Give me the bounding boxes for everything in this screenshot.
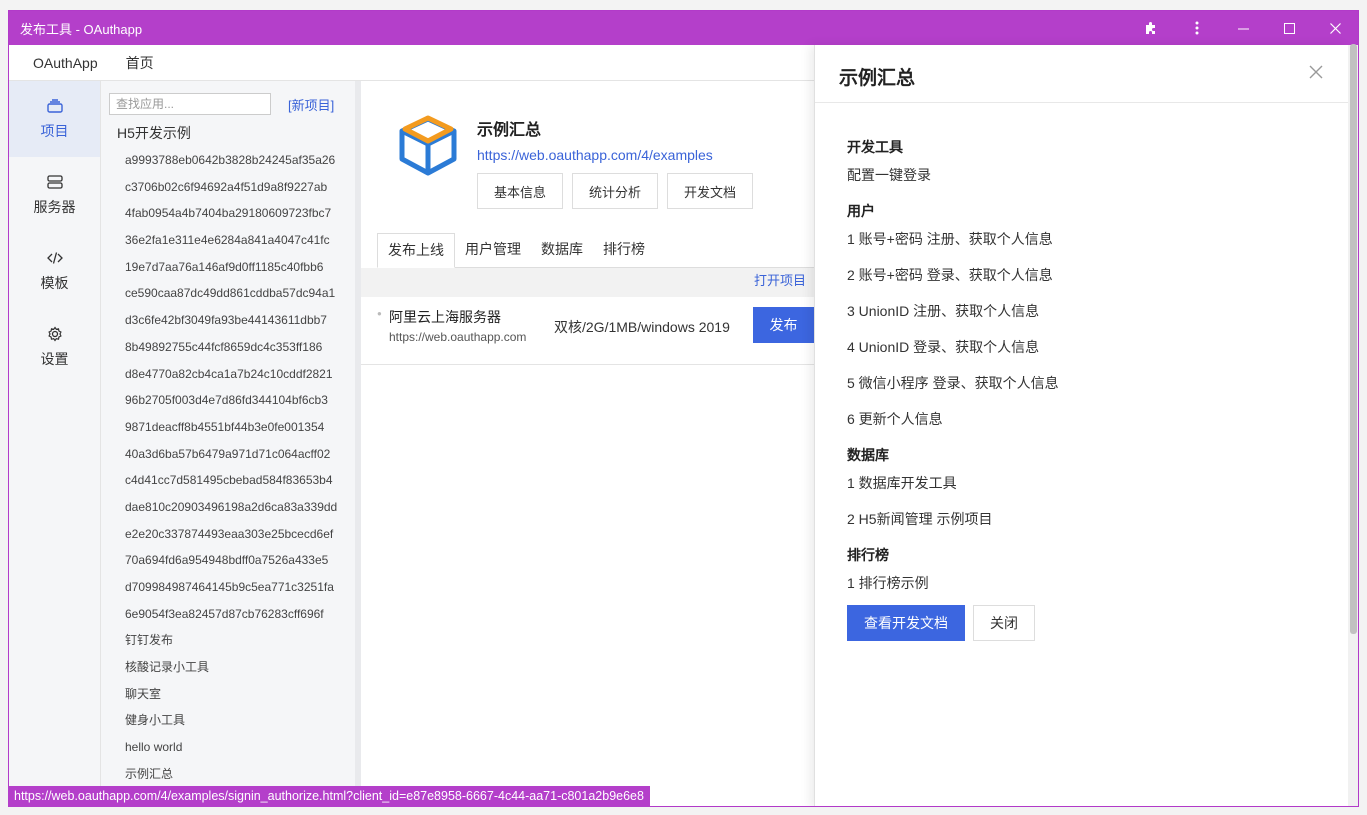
app-list-item[interactable]: d3c6fe42bf3049fa93be44143611dbb7	[101, 307, 355, 334]
app-list-item[interactable]: d8e4770a82cb4ca1a7b24c10cddf2821	[101, 361, 355, 388]
title-bar: 发布工具 - OAuthapp	[9, 11, 1358, 45]
nav-label-servers: 服务器	[33, 199, 76, 215]
bullet-icon: ●	[377, 309, 382, 318]
project-logo-icon	[397, 115, 459, 180]
drawer-example-link[interactable]: 6 更新个人信息	[847, 405, 1348, 441]
app-list-item[interactable]: 钉钉发布	[101, 627, 355, 654]
maximize-icon[interactable]	[1266, 11, 1312, 45]
drawer-header: 示例汇总	[815, 45, 1348, 103]
project-actions: 基本信息 统计分析 开发文档	[477, 173, 762, 209]
app-list-item[interactable]: 40a3d6ba57b6479a971d71c064acff02	[101, 441, 355, 468]
minimize-icon[interactable]	[1220, 11, 1266, 45]
app-list-item[interactable]: 6e9054f3ea82457d87cb76283cff696f	[101, 601, 355, 628]
drawer-example-link[interactable]: 1 排行榜示例	[847, 569, 1348, 605]
nav-label-templates: 模板	[40, 275, 69, 291]
app-list-item[interactable]: 19e7d7aa76a146af9d0ff1185c40fbb6	[101, 254, 355, 281]
app-list-item[interactable]: 9871deacff8b4551bf44b3e0fe001354	[101, 414, 355, 441]
app-list: a9993788eb0642b3828b24245af35a26 c3706b02…	[101, 147, 355, 788]
new-project-link[interactable]: [新项目]	[288, 95, 334, 114]
tab-leaderboard[interactable]: 排行榜	[593, 233, 655, 268]
publish-button[interactable]: 发布	[753, 307, 814, 343]
app-list-item[interactable]: 4fab0954a4b7404ba29180609723fbc7	[101, 200, 355, 227]
open-project-bar: 打开项目	[361, 268, 814, 297]
close-icon[interactable]	[1312, 11, 1358, 45]
stats-button[interactable]: 统计分析	[572, 173, 659, 209]
nav-item-templates[interactable]: 模板	[9, 233, 100, 309]
drawer-example-link[interactable]: 4 UnionID 登录、获取个人信息	[847, 333, 1348, 369]
drawer-example-link[interactable]: 1 账号+密码 注册、获取个人信息	[847, 225, 1348, 261]
drawer-example-link[interactable]: 5 微信小程序 登录、获取个人信息	[847, 369, 1348, 405]
project-tabs: 发布上线 用户管理 数据库 排行榜	[377, 233, 814, 268]
examples-drawer: 示例汇总 开发工具配置一键登录用户 1 账号+密码 注册、获取个人信息 2 账号+密…	[814, 45, 1348, 806]
drawer-section-title: 用户	[847, 203, 875, 219]
app-list-panel: [新项目] H5开发示例 a9993788eb0642b3828b24245af…	[101, 81, 361, 806]
server-row: ● 阿里云上海服务器 https://web.oauthapp.com 双核/2…	[361, 297, 814, 365]
layers-icon	[46, 97, 63, 115]
menu-oauthapp[interactable]: OAuthApp	[33, 55, 98, 71]
nav-item-servers[interactable]: 服务器	[9, 157, 100, 233]
app-list-item[interactable]: 健身小工具	[101, 707, 355, 734]
puzzle-icon[interactable]	[1128, 11, 1174, 45]
app-list-item[interactable]: 36e2fa1e311e4e6284a841a4047c41fc	[101, 227, 355, 254]
app-list-item[interactable]: 8b49892755c44fcf8659dc4c353ff186	[101, 334, 355, 361]
app-list-item[interactable]: d709984987464145b9c5ea771c3251fa	[101, 574, 355, 601]
drawer-example-link[interactable]: 2 账号+密码 登录、获取个人信息	[847, 261, 1348, 297]
app-list-item[interactable]: 聊天室	[101, 681, 355, 708]
server-spec: 双核/2G/1MB/windows 2019	[554, 319, 730, 335]
search-input[interactable]	[109, 93, 271, 115]
app-list-item[interactable]: c3706b02c6f94692a4f51d9a8f9227ab	[101, 174, 355, 201]
more-vertical-icon[interactable]	[1174, 11, 1220, 45]
drawer-example-link[interactable]: 3 UnionID 注册、获取个人信息	[847, 297, 1348, 333]
server-icon	[46, 173, 63, 191]
app-list-item[interactable]: dae810c20903496198a2d6ca83a339dd	[101, 494, 355, 521]
project-title: 示例汇总	[477, 122, 542, 139]
nav-item-projects[interactable]: 项目	[9, 81, 100, 157]
code-icon	[46, 249, 63, 267]
drawer-section-title: 排行榜	[847, 547, 889, 563]
basic-info-button[interactable]: 基本信息	[477, 173, 564, 209]
app-list-item[interactable]: e2e20c337874493eaa303e25bcecd6ef	[101, 521, 355, 548]
drawer-example-link[interactable]: 1 数据库开发工具	[847, 469, 1348, 505]
window-title: 发布工具 - OAuthapp	[20, 21, 143, 37]
server-name: 阿里云上海服务器	[389, 309, 501, 325]
gear-icon	[47, 325, 63, 343]
menu-bar: OAuthApp 首页	[9, 45, 814, 81]
close-button[interactable]: 关闭	[973, 605, 1035, 641]
nav-label-projects: 项目	[40, 123, 69, 139]
tab-users[interactable]: 用户管理	[455, 233, 531, 268]
app-list-item[interactable]: 96b2705f003d4e7d86fd344104bf6cb3	[101, 387, 355, 414]
app-window: 发布工具 - OAuthapp OAuthApp 首页 项目 服务器 模板 设置…	[8, 10, 1359, 807]
app-list-item[interactable]: a9993788eb0642b3828b24245af35a26	[101, 147, 355, 174]
nav-label-settings: 设置	[40, 351, 69, 367]
app-group-title[interactable]: H5开发示例	[101, 115, 355, 141]
nav-item-settings[interactable]: 设置	[9, 309, 100, 385]
dev-docs-button[interactable]: 开发文档	[667, 173, 754, 209]
open-project-link[interactable]: 打开项目	[754, 273, 806, 288]
menu-home[interactable]: 首页	[126, 53, 154, 73]
app-list-item[interactable]: 示例汇总	[101, 761, 355, 788]
app-list-item[interactable]: ce590caa87dc49dd861cddba57dc94a1	[101, 280, 355, 307]
view-docs-button[interactable]: 查看开发文档	[847, 605, 965, 641]
app-list-item[interactable]: 核酸记录小工具	[101, 654, 355, 681]
left-nav: 项目 服务器 模板 设置	[9, 81, 101, 806]
app-list-item[interactable]: c4d41cc7d581495cbebad584f83653b4	[101, 467, 355, 494]
project-main: 示例汇总 https://web.oauthapp.com/4/examples…	[361, 81, 814, 806]
scrollbar-thumb[interactable]	[1350, 44, 1357, 634]
project-url-link[interactable]: https://web.oauthapp.com/4/examples	[477, 147, 713, 163]
status-bar-url: https://web.oauthapp.com/4/examples/sign…	[8, 786, 650, 807]
drawer-example-link[interactable]: 配置一键登录	[847, 161, 1348, 197]
app-list-item[interactable]: hello world	[101, 734, 355, 761]
app-list-item[interactable]: 70a694fd6a954948bdff0a7526a433e5	[101, 547, 355, 574]
drawer-close-icon[interactable]	[1309, 65, 1325, 81]
drawer-body: 开发工具配置一键登录用户 1 账号+密码 注册、获取个人信息 2 账号+密码 登录、…	[815, 103, 1348, 641]
tab-publish[interactable]: 发布上线	[377, 233, 455, 268]
tab-database[interactable]: 数据库	[531, 233, 593, 268]
drawer-example-link[interactable]: 2 H5新闻管理 示例项目	[847, 505, 1348, 541]
drawer-section-title: 数据库	[847, 447, 889, 463]
drawer-title: 示例汇总	[839, 68, 916, 89]
server-url: https://web.oauthapp.com	[389, 330, 527, 344]
drawer-section-title: 开发工具	[847, 139, 903, 155]
drawer-actions: 查看开发文档 关闭	[847, 605, 1348, 641]
